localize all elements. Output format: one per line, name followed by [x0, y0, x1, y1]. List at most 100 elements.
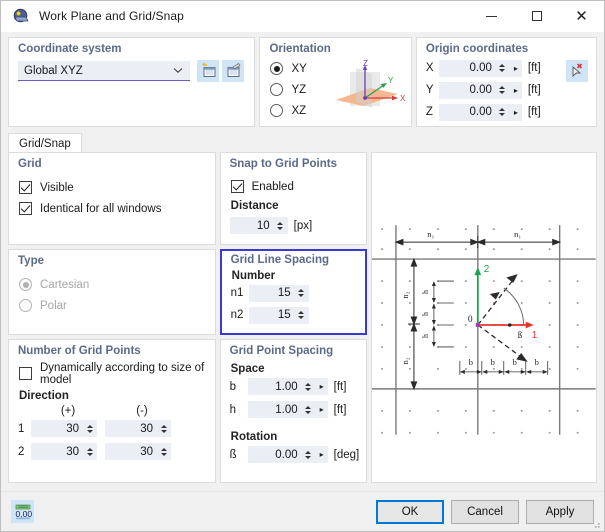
edit-coordinate-system-button[interactable] — [222, 60, 244, 82]
direction-2-plus-input[interactable]: 30 — [31, 443, 97, 460]
apply-button[interactable]: Apply — [526, 499, 594, 524]
spinner-arrows-icon[interactable] — [84, 447, 95, 456]
rotation-input[interactable]: 0.00 ▸ — [247, 446, 328, 463]
maximize-button[interactable] — [514, 1, 559, 32]
number-of-grid-points-title: Number of Grid Points — [18, 345, 141, 357]
grid-group: Grid Visible Identical for all windows — [8, 152, 216, 245]
spinner-arrows-icon[interactable] — [158, 424, 169, 433]
col-minus-header: (-) — [136, 405, 148, 417]
space-h-input[interactable]: 1.00 ▸ — [247, 401, 328, 418]
spinner-arrows-icon[interactable] — [303, 450, 314, 459]
origin-y-unit: [ft] — [527, 84, 541, 96]
svg-text:Z: Z — [363, 60, 368, 68]
pick-point-button[interactable] — [566, 60, 588, 82]
space-h-unit: [ft] — [333, 403, 347, 416]
rotation-value: 0.00 — [275, 448, 298, 461]
grid-line-number-label: Number — [231, 270, 276, 282]
origin-z-input[interactable]: 0.00 ▸ — [438, 103, 522, 121]
resize-grip[interactable] — [591, 519, 601, 529]
expand-arrow-icon[interactable]: ▸ — [316, 382, 328, 391]
grid-line-n2-value: 15 — [277, 309, 291, 321]
direction-label: Direction — [19, 390, 69, 402]
cancel-button[interactable]: Cancel — [451, 499, 519, 524]
minimize-button[interactable] — [469, 1, 514, 32]
grid-visible-label: Visible — [40, 181, 74, 194]
type-title: Type — [18, 255, 44, 267]
expand-arrow-icon[interactable]: ▸ — [510, 108, 522, 117]
space-b-unit: [ft] — [333, 380, 347, 393]
grid-line-n1-input[interactable]: 15 — [248, 284, 309, 302]
spinner-arrows-icon[interactable] — [296, 311, 307, 319]
origin-coordinates-title: Origin coordinates — [425, 43, 529, 55]
origin-axis-label-x: X — [425, 62, 434, 74]
origin-axis-label-z: Z — [425, 106, 433, 118]
grid-line-n2-row: n2 15 — [222, 304, 366, 326]
grid-line-key-n2: n2 — [230, 309, 244, 321]
grid-identical-row[interactable]: Identical for all windows — [9, 198, 215, 219]
direction-1-minus-input[interactable]: 30 — [105, 420, 171, 437]
grid-line-spacing-group: Grid Line Spacing Number n1 15 n2 15 — [219, 249, 368, 335]
direction-index-2: 2 — [18, 445, 25, 458]
spinner-arrows-icon[interactable] — [84, 424, 95, 433]
ok-button[interactable]: OK — [376, 499, 444, 524]
spinner-arrows-icon[interactable] — [275, 221, 286, 230]
space-h-row: h 1.00 ▸ [ft] — [221, 398, 367, 421]
svg-text:X: X — [400, 94, 406, 103]
origin-row-z: Z 0.00 ▸ [ft] — [417, 101, 596, 123]
spinner-arrows-icon[interactable] — [497, 86, 508, 94]
direction-1-plus-input[interactable]: 30 — [31, 420, 97, 437]
grid-spacing-diagram: n₁ n₁ n₂ n₂ h h h b b b b ß 2 1 0 — [372, 225, 596, 435]
grid-visible-row[interactable]: Visible — [9, 177, 215, 198]
grid-line-key-n1: n1 — [230, 287, 244, 299]
spinner-arrows-icon[interactable] — [497, 64, 508, 72]
origin-z-value: 0.00 — [469, 106, 492, 118]
orientation-label-xz: XZ — [291, 104, 307, 117]
snap-enabled-row[interactable]: Enabled — [221, 176, 367, 197]
coordinate-system-title: Coordinate system — [18, 43, 122, 55]
coordinate-system-select[interactable]: Global XYZ — [18, 61, 190, 81]
label-h-3: h — [421, 334, 430, 338]
expand-arrow-icon[interactable]: ▸ — [510, 64, 522, 73]
snap-distance-input[interactable]: 10 — [229, 217, 288, 234]
spinner-arrows-icon[interactable] — [296, 289, 307, 297]
grid-identical-label: Identical for all windows — [40, 202, 162, 215]
space-h-value: 1.00 — [275, 403, 298, 416]
title-bar: Work Plane and Grid/Snap ✕ — [1, 1, 604, 32]
direction-index-1: 1 — [18, 422, 25, 435]
direction-table: (+) (-) 1 30 30 2 30 30 — [9, 405, 215, 463]
grid-line-n1-row: n1 15 — [222, 282, 366, 304]
radio-icon — [270, 83, 284, 96]
space-b-input[interactable]: 1.00 ▸ — [247, 378, 328, 395]
snap-to-grid-points-title: Snap to Grid Points — [229, 158, 337, 170]
chevron-down-icon — [173, 66, 183, 76]
orientation-label-xy: XY — [291, 62, 307, 75]
column-middle: Snap to Grid Points Enabled Distance 10 … — [219, 152, 368, 487]
origin-x-input[interactable]: 0.00 ▸ — [438, 59, 522, 77]
tab-strip: Grid/Snap — [1, 127, 604, 154]
snap-distance-label: Distance — [230, 200, 279, 212]
origin-y-input[interactable]: 0.00 ▸ — [438, 81, 522, 99]
spinner-arrows-icon[interactable] — [158, 447, 169, 456]
spinner-arrows-icon[interactable] — [303, 382, 314, 391]
snap-enabled-label: Enabled — [251, 180, 294, 193]
orientation-preview-graphic: Z X Y — [322, 59, 410, 122]
expand-arrow-icon[interactable]: ▸ — [316, 405, 328, 414]
close-button[interactable]: ✕ — [559, 1, 604, 32]
spinner-arrows-icon[interactable] — [497, 108, 508, 116]
type-option-cartesian: Cartesian — [9, 274, 215, 295]
grid-line-n2-input[interactable]: 15 — [248, 306, 309, 324]
dynamic-grid-points-row[interactable]: Dynamically according to size of model — [9, 362, 215, 386]
top-settings-row: Coordinate system Global XYZ Orientation… — [1, 32, 604, 127]
spinner-arrows-icon[interactable] — [303, 405, 314, 414]
direction-2-minus-input[interactable]: 30 — [105, 443, 171, 460]
expand-arrow-icon[interactable]: ▸ — [510, 86, 522, 95]
units-decimal-places-button[interactable]: 0,00 — [11, 500, 34, 523]
orientation-group: Orientation XY YZ XZ Z X Y — [259, 37, 412, 127]
work-plane-dialog: Work Plane and Grid/Snap ✕ Coordinate sy… — [0, 0, 605, 532]
new-coordinate-system-button[interactable] — [197, 60, 219, 82]
rotation-unit: [deg] — [333, 448, 360, 461]
direction-1-minus-value: 30 — [140, 422, 153, 435]
type-option-polar: Polar — [9, 295, 215, 316]
expand-arrow-icon[interactable]: ▸ — [316, 450, 328, 459]
tab-grid-snap[interactable]: Grid/Snap — [8, 133, 82, 154]
